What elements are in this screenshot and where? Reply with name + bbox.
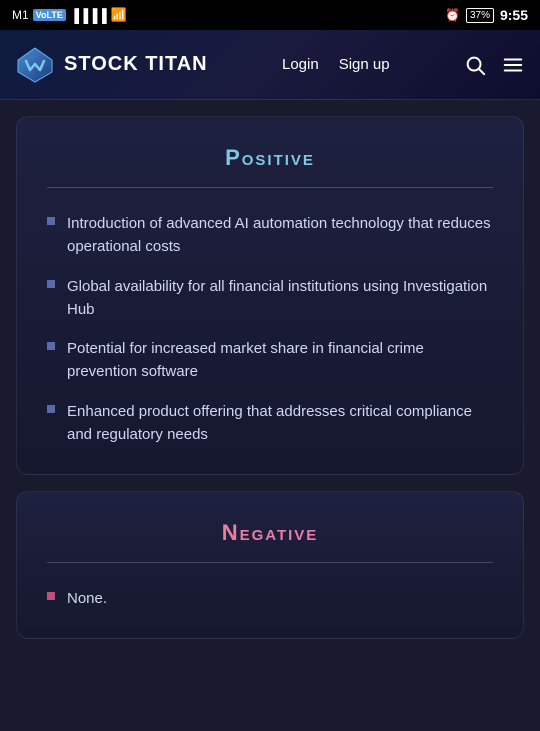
main-content: Positive Introduction of advanced AI aut… (0, 100, 540, 655)
negative-section-card: Negative None. (16, 491, 524, 639)
volte-badge: VoLTE (33, 9, 66, 21)
logo-area: STOCK TITAN (16, 46, 208, 84)
negative-item-text: None. (67, 587, 107, 610)
negative-section-title: Negative (47, 520, 493, 546)
search-button[interactable] (464, 54, 486, 76)
wifi-icon: 📶 (111, 7, 127, 23)
signal-icon: ▐▐▐▐ (70, 8, 107, 23)
menu-button[interactable] (502, 54, 524, 76)
status-time: 9:55 (500, 7, 528, 23)
signup-link[interactable]: Sign up (339, 56, 390, 73)
nav-links: Login Sign up (282, 56, 390, 73)
positive-bullet-list: Introduction of advanced AI automation t… (47, 212, 493, 446)
nav-icons (464, 54, 524, 76)
negative-divider (47, 562, 493, 563)
bullet-icon (47, 217, 55, 225)
bullet-icon (47, 342, 55, 350)
bullet-icon (47, 592, 55, 600)
negative-bullet-list: None. (47, 587, 493, 610)
carrier-label: M1 (12, 8, 29, 22)
bullet-icon (47, 405, 55, 413)
list-item: Enhanced product offering that addresses… (47, 400, 493, 447)
positive-item-text: Global availability for all financial in… (67, 275, 493, 322)
login-link[interactable]: Login (282, 56, 319, 73)
battery-level: 37 (470, 10, 481, 21)
status-left: M1 VoLTE ▐▐▐▐ 📶 (12, 7, 127, 23)
list-item: Potential for increased market share in … (47, 337, 493, 384)
list-item: Introduction of advanced AI automation t… (47, 212, 493, 259)
status-bar: M1 VoLTE ▐▐▐▐ 📶 ⏰ 37% 9:55 (0, 0, 540, 30)
list-item: None. (47, 587, 493, 610)
logo-text: STOCK TITAN (64, 53, 208, 76)
positive-item-text: Introduction of advanced AI automation t… (67, 212, 493, 259)
hamburger-icon (502, 54, 524, 76)
positive-item-text: Enhanced product offering that addresses… (67, 400, 493, 447)
battery-indicator: 37% (466, 8, 494, 23)
alarm-icon: ⏰ (445, 8, 460, 22)
bullet-icon (47, 280, 55, 288)
list-item: Global availability for all financial in… (47, 275, 493, 322)
navbar: STOCK TITAN Login Sign up (0, 30, 540, 100)
logo-icon (16, 46, 54, 84)
positive-section-card: Positive Introduction of advanced AI aut… (16, 116, 524, 475)
positive-item-text: Potential for increased market share in … (67, 337, 493, 384)
positive-section-title: Positive (47, 145, 493, 171)
positive-divider (47, 187, 493, 188)
status-right: ⏰ 37% 9:55 (445, 7, 528, 23)
search-icon (464, 54, 486, 76)
